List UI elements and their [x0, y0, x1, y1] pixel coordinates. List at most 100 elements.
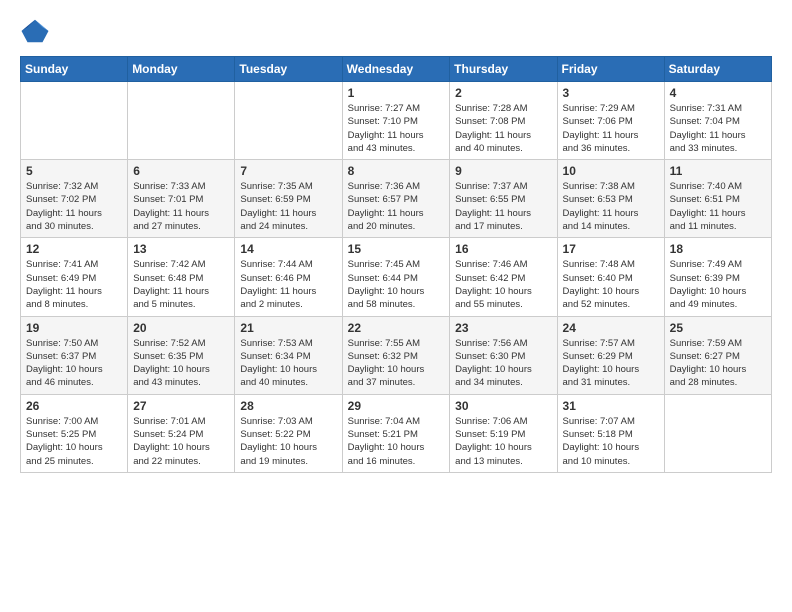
day-number: 19	[26, 321, 122, 335]
day-info: Sunrise: 7:59 AM Sunset: 6:27 PM Dayligh…	[670, 337, 766, 390]
day-info: Sunrise: 7:45 AM Sunset: 6:44 PM Dayligh…	[348, 258, 445, 311]
weekday-header: Friday	[557, 57, 664, 82]
weekday-header: Sunday	[21, 57, 128, 82]
calendar-cell: 27 Sunrise: 7:01 AM Sunset: 5:24 PM Dayli…	[128, 394, 235, 472]
day-number: 17	[563, 242, 659, 256]
day-number: 20	[133, 321, 229, 335]
calendar-week-row: 19 Sunrise: 7:50 AM Sunset: 6:37 PM Dayli…	[21, 316, 772, 394]
day-info: Sunrise: 7:00 AM Sunset: 5:25 PM Dayligh…	[26, 415, 122, 468]
day-info: Sunrise: 7:57 AM Sunset: 6:29 PM Dayligh…	[563, 337, 659, 390]
calendar-cell: 12 Sunrise: 7:41 AM Sunset: 6:49 PM Dayli…	[21, 238, 128, 316]
calendar-cell: 29 Sunrise: 7:04 AM Sunset: 5:21 PM Dayli…	[342, 394, 450, 472]
day-number: 2	[455, 86, 551, 100]
weekday-header: Tuesday	[235, 57, 342, 82]
logo	[20, 16, 52, 46]
calendar-cell: 2 Sunrise: 7:28 AM Sunset: 7:08 PM Daylig…	[450, 82, 557, 160]
day-number: 1	[348, 86, 445, 100]
day-info: Sunrise: 7:28 AM Sunset: 7:08 PM Dayligh…	[455, 102, 551, 155]
day-info: Sunrise: 7:07 AM Sunset: 5:18 PM Dayligh…	[563, 415, 659, 468]
weekday-header: Thursday	[450, 57, 557, 82]
day-info: Sunrise: 7:33 AM Sunset: 7:01 PM Dayligh…	[133, 180, 229, 233]
day-number: 18	[670, 242, 766, 256]
day-number: 26	[26, 399, 122, 413]
day-number: 8	[348, 164, 445, 178]
day-info: Sunrise: 7:01 AM Sunset: 5:24 PM Dayligh…	[133, 415, 229, 468]
day-info: Sunrise: 7:49 AM Sunset: 6:39 PM Dayligh…	[670, 258, 766, 311]
day-number: 27	[133, 399, 229, 413]
day-number: 23	[455, 321, 551, 335]
day-number: 31	[563, 399, 659, 413]
day-info: Sunrise: 7:04 AM Sunset: 5:21 PM Dayligh…	[348, 415, 445, 468]
calendar-cell: 30 Sunrise: 7:06 AM Sunset: 5:19 PM Dayli…	[450, 394, 557, 472]
day-number: 3	[563, 86, 659, 100]
calendar-cell: 21 Sunrise: 7:53 AM Sunset: 6:34 PM Dayli…	[235, 316, 342, 394]
calendar-cell: 1 Sunrise: 7:27 AM Sunset: 7:10 PM Daylig…	[342, 82, 450, 160]
day-info: Sunrise: 7:32 AM Sunset: 7:02 PM Dayligh…	[26, 180, 122, 233]
day-number: 9	[455, 164, 551, 178]
day-number: 16	[455, 242, 551, 256]
day-number: 14	[240, 242, 336, 256]
calendar-table: SundayMondayTuesdayWednesdayThursdayFrid…	[20, 56, 772, 473]
day-info: Sunrise: 7:35 AM Sunset: 6:59 PM Dayligh…	[240, 180, 336, 233]
page: SundayMondayTuesdayWednesdayThursdayFrid…	[0, 0, 792, 489]
day-number: 24	[563, 321, 659, 335]
weekday-header: Wednesday	[342, 57, 450, 82]
weekday-header: Saturday	[664, 57, 771, 82]
calendar-cell: 13Sunrise: 7:42 AM Sunset: 6:48 PM Dayli…	[128, 238, 235, 316]
day-number: 5	[26, 164, 122, 178]
calendar-cell	[235, 82, 342, 160]
day-info: Sunrise: 7:50 AM Sunset: 6:37 PM Dayligh…	[26, 337, 122, 390]
day-info: Sunrise: 7:36 AM Sunset: 6:57 PM Dayligh…	[348, 180, 445, 233]
day-number: 21	[240, 321, 336, 335]
calendar-cell: 18 Sunrise: 7:49 AM Sunset: 6:39 PM Dayli…	[664, 238, 771, 316]
calendar-cell	[664, 394, 771, 472]
calendar-cell: 19 Sunrise: 7:50 AM Sunset: 6:37 PM Dayli…	[21, 316, 128, 394]
calendar-cell: 16 Sunrise: 7:46 AM Sunset: 6:42 PM Dayli…	[450, 238, 557, 316]
day-info: Sunrise: 7:41 AM Sunset: 6:49 PM Dayligh…	[26, 258, 122, 311]
weekday-header: Monday	[128, 57, 235, 82]
calendar-week-row: 1 Sunrise: 7:27 AM Sunset: 7:10 PM Daylig…	[21, 82, 772, 160]
day-number: 6	[133, 164, 229, 178]
day-info: Sunrise: 7:38 AM Sunset: 6:53 PM Dayligh…	[563, 180, 659, 233]
calendar-cell: 23 Sunrise: 7:56 AM Sunset: 6:30 PM Dayli…	[450, 316, 557, 394]
day-number: 12	[26, 242, 122, 256]
day-number: 10	[563, 164, 659, 178]
calendar-cell: 3 Sunrise: 7:29 AM Sunset: 7:06 PM Daylig…	[557, 82, 664, 160]
calendar-cell: 25 Sunrise: 7:59 AM Sunset: 6:27 PM Dayli…	[664, 316, 771, 394]
day-info: Sunrise: 7:52 AM Sunset: 6:35 PM Dayligh…	[133, 337, 229, 390]
day-info: Sunrise: 7:06 AM Sunset: 5:19 PM Dayligh…	[455, 415, 551, 468]
weekday-header-row: SundayMondayTuesdayWednesdayThursdayFrid…	[21, 57, 772, 82]
calendar-cell: 15Sunrise: 7:45 AM Sunset: 6:44 PM Dayli…	[342, 238, 450, 316]
day-info: Sunrise: 7:53 AM Sunset: 6:34 PM Dayligh…	[240, 337, 336, 390]
day-info: Sunrise: 7:40 AM Sunset: 6:51 PM Dayligh…	[670, 180, 766, 233]
logo-icon	[20, 16, 50, 46]
calendar-cell: 26 Sunrise: 7:00 AM Sunset: 5:25 PM Dayli…	[21, 394, 128, 472]
day-info: Sunrise: 7:56 AM Sunset: 6:30 PM Dayligh…	[455, 337, 551, 390]
calendar-cell: 31 Sunrise: 7:07 AM Sunset: 5:18 PM Dayli…	[557, 394, 664, 472]
day-number: 4	[670, 86, 766, 100]
calendar-cell: 8 Sunrise: 7:36 AM Sunset: 6:57 PM Daylig…	[342, 160, 450, 238]
day-number: 30	[455, 399, 551, 413]
calendar-cell: 10 Sunrise: 7:38 AM Sunset: 6:53 PM Dayli…	[557, 160, 664, 238]
day-number: 25	[670, 321, 766, 335]
calendar-cell: 22 Sunrise: 7:55 AM Sunset: 6:32 PM Dayli…	[342, 316, 450, 394]
calendar-cell: 5 Sunrise: 7:32 AM Sunset: 7:02 PM Daylig…	[21, 160, 128, 238]
day-info: Sunrise: 7:31 AM Sunset: 7:04 PM Dayligh…	[670, 102, 766, 155]
day-info: Sunrise: 7:29 AM Sunset: 7:06 PM Dayligh…	[563, 102, 659, 155]
day-number: 29	[348, 399, 445, 413]
calendar-week-row: 5 Sunrise: 7:32 AM Sunset: 7:02 PM Daylig…	[21, 160, 772, 238]
calendar-cell: 24 Sunrise: 7:57 AM Sunset: 6:29 PM Dayli…	[557, 316, 664, 394]
day-number: 7	[240, 164, 336, 178]
calendar-cell: 4 Sunrise: 7:31 AM Sunset: 7:04 PM Daylig…	[664, 82, 771, 160]
calendar-cell: 6 Sunrise: 7:33 AM Sunset: 7:01 PM Daylig…	[128, 160, 235, 238]
day-info: Sunrise: 7:27 AM Sunset: 7:10 PM Dayligh…	[348, 102, 445, 155]
day-number: 22	[348, 321, 445, 335]
day-info: Sunrise: 7:44 AM Sunset: 6:46 PM Dayligh…	[240, 258, 336, 311]
calendar-cell: 14 Sunrise: 7:44 AM Sunset: 6:46 PM Dayli…	[235, 238, 342, 316]
day-info: Sunrise: 7:48 AM Sunset: 6:40 PM Dayligh…	[563, 258, 659, 311]
calendar-cell: 17 Sunrise: 7:48 AM Sunset: 6:40 PM Dayli…	[557, 238, 664, 316]
day-info: Sunrise: 7:55 AM Sunset: 6:32 PM Dayligh…	[348, 337, 445, 390]
calendar-cell: 28Sunrise: 7:03 AM Sunset: 5:22 PM Dayli…	[235, 394, 342, 472]
day-info: Sunrise: 7:46 AM Sunset: 6:42 PM Dayligh…	[455, 258, 551, 311]
calendar-week-row: 26 Sunrise: 7:00 AM Sunset: 5:25 PM Dayli…	[21, 394, 772, 472]
